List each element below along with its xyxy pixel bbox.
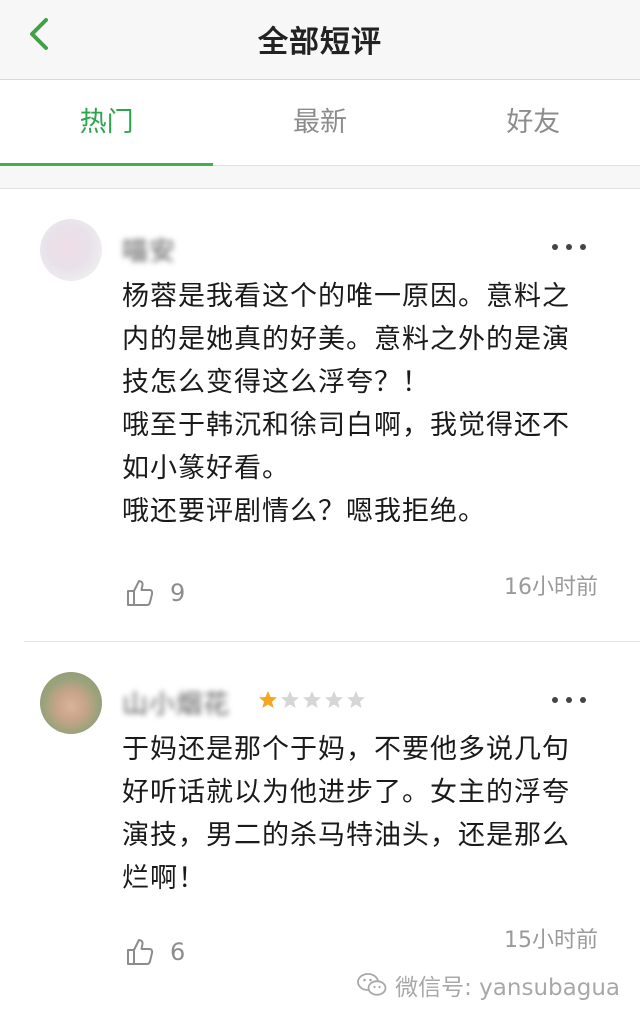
like-button[interactable]: 6 <box>124 936 185 968</box>
star-empty-icon <box>303 691 321 708</box>
tab-hot[interactable]: 热门 <box>0 80 214 166</box>
wechat-icon <box>357 973 387 996</box>
comment-text-line: 技怎么变得这么浮夸？！ <box>122 367 430 398</box>
more-dots-icon <box>552 697 558 703</box>
star-empty-icon <box>325 691 343 708</box>
tab-latest[interactable]: 最新 <box>213 80 426 165</box>
star-empty-icon <box>347 691 365 708</box>
comment-text-line: 内的是她真的好美。意料之外的是演 <box>122 324 570 355</box>
like-count: 9 <box>170 579 186 607</box>
navigation-bar: 全部短评 <box>0 0 640 80</box>
comment-list[interactable]: 喵安 杨蓉是我看这个的唯一原因。意料之 内的是她真的好美。意料之外的是演 技怎么… <box>0 188 640 1016</box>
section-gap <box>0 166 640 188</box>
username[interactable]: 山小烟花 <box>122 684 230 721</box>
timestamp: 15小时前 <box>504 928 598 953</box>
like-count: 6 <box>170 938 186 966</box>
comment-text-line: 演技，男二的杀马特油头，还是那么 <box>122 820 570 851</box>
more-options-button[interactable] <box>552 695 586 705</box>
comment-text-line: 于妈还是那个于妈，不要他多说几句 <box>122 734 570 765</box>
thumbs-up-icon <box>127 580 154 606</box>
comment-text: 杨蓉是我看这个的唯一原因。意料之 内的是她真的好美。意料之外的是演 技怎么变得这… <box>122 275 606 533</box>
avatar[interactable] <box>40 219 102 281</box>
star-empty-icon <box>281 691 299 708</box>
more-dots-icon <box>566 697 572 703</box>
timestamp: 16小时前 <box>504 575 598 600</box>
more-dots-icon <box>566 244 572 250</box>
more-dots-icon <box>580 244 586 250</box>
watermark: 微信号: yansubagua <box>357 968 620 1002</box>
comment-text: 于妈还是那个于妈，不要他多说几句 好听话就以为他进步了。女主的浮夸 演技，男二的… <box>122 728 606 900</box>
tab-bar: 热门 最新 好友 <box>0 80 640 166</box>
comment-text-line: 哦至于韩沉和徐司白啊，我觉得还不 <box>122 410 570 441</box>
divider <box>24 641 640 642</box>
star-rating <box>258 690 366 710</box>
comment-text-line: 哦还要评剧情么？嗯我拒绝。 <box>122 496 486 527</box>
more-dots-icon <box>552 244 558 250</box>
like-button[interactable]: 9 <box>124 577 185 609</box>
page-title: 全部短评 <box>258 25 382 60</box>
star-filled-icon <box>259 691 277 708</box>
username[interactable]: 喵安 <box>122 231 176 268</box>
tab-friends[interactable]: 好友 <box>427 80 640 165</box>
watermark-text: 微信号: yansubagua <box>395 975 620 1001</box>
more-options-button[interactable] <box>552 242 586 252</box>
comment-text-line: 烂啊！ <box>122 863 206 894</box>
avatar[interactable] <box>40 672 102 734</box>
comment-text-line: 杨蓉是我看这个的唯一原因。意料之 <box>122 281 570 312</box>
comment-text-line: 好听话就以为他进步了。女主的浮夸 <box>122 777 570 808</box>
comment-text-line: 如小篆好看。 <box>122 453 290 484</box>
thumbs-up-icon <box>127 939 154 965</box>
more-dots-icon <box>580 697 586 703</box>
